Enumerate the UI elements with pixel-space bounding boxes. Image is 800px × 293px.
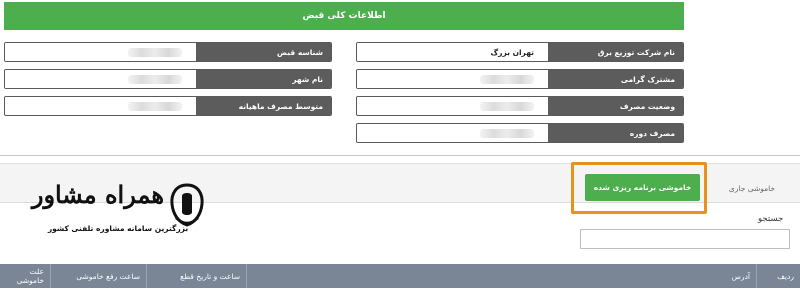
info-value [357,124,548,142]
info-value [5,43,196,61]
redacted-value [128,74,182,84]
section-divider [0,155,800,156]
info-label: نام شهر [196,70,331,88]
info-row-distribution-company: نام شرکت توزیع برق تهران بزرگ [356,42,684,62]
info-label: نام شرکت توزیع برق [548,43,683,61]
info-value [357,70,548,88]
info-row-period-usage: مصرف دوره [356,123,684,143]
column-header-start-time[interactable]: ساعت و تاریخ قطع [146,264,246,288]
info-row-city: نام شهر [4,69,332,89]
watermark-logo: همراه مشاور بزرگترین سامانه مشاوره تلفنی… [28,180,208,238]
search-input[interactable] [580,229,790,249]
redacted-value [480,128,534,138]
redacted-value [128,47,182,57]
info-label: متوسط مصرف ماهیانه [196,97,331,115]
info-value [5,97,196,115]
column-header-row[interactable]: ردیف [756,264,800,288]
info-row-subscriber: مشترک گرامی [356,69,684,89]
column-header-reason[interactable]: علت خاموشی [0,264,50,288]
bill-info-title: اطلاعات کلی قبض [302,11,386,21]
info-row-bill-id: شناسه قبض [4,42,332,62]
tab-current-outage[interactable]: خاموشی جاری [712,177,792,199]
info-label: شناسه قبض [196,43,331,61]
search-label: جستجو [758,214,784,224]
info-row-avg-monthly-usage: متوسط مصرف ماهیانه [4,96,332,116]
info-value [5,70,196,88]
watermark-brand: همراه مشاور [31,180,164,209]
phone-head-icon [170,183,204,227]
redacted-value [480,101,534,111]
info-label: مصرف دوره [548,124,683,142]
info-value [357,97,548,115]
highlight-frame [571,162,707,214]
bill-info-header: اطلاعات کلی قبض [4,2,684,30]
column-header-address[interactable]: آدرس [246,264,756,288]
info-label: مشترک گرامی [548,70,683,88]
column-header-end-time[interactable]: ساعت رفع خاموشی [50,264,146,288]
redacted-value [128,101,182,111]
redacted-value [480,74,534,84]
distribution-company-value: تهران بزرگ [490,47,535,57]
outage-table-header: ردیف آدرس ساعت و تاریخ قطع ساعت رفع خامو… [0,264,800,288]
info-row-usage-status: وضعیت مصرف [356,96,684,116]
watermark-tagline: بزرگترین سامانه مشاوره تلفنی کشور [47,224,189,233]
info-value: تهران بزرگ [357,43,548,61]
info-label: وضعیت مصرف [548,97,683,115]
